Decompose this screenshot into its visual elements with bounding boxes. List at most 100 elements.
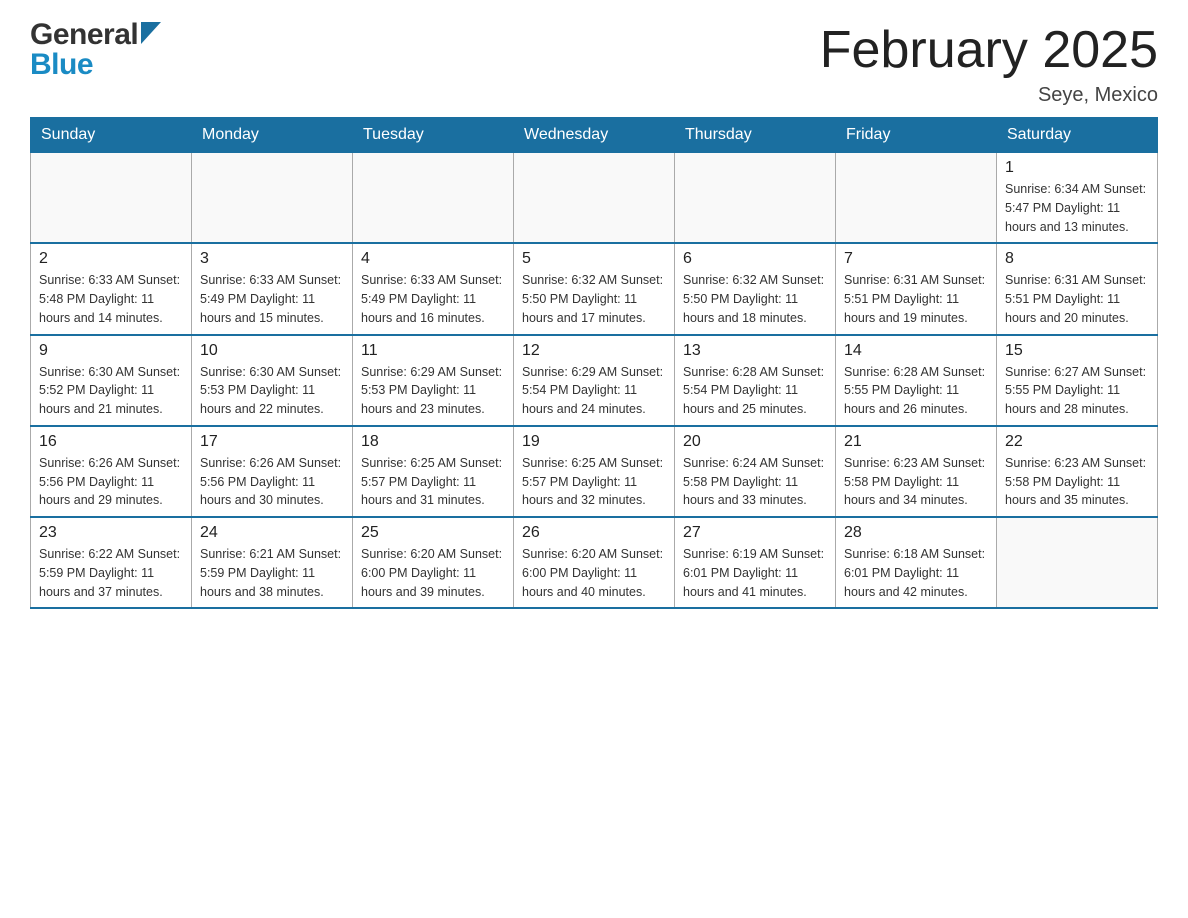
calendar-day-cell: 6 Sunrise: 6:32 AM Sunset: 5:50 PM Daylig… <box>675 243 836 334</box>
day-number: 11 <box>361 342 505 360</box>
calendar-day-cell: 15 Sunrise: 6:27 AM Sunset: 5:55 PM Dayli… <box>997 335 1158 426</box>
calendar-day-cell: 10 Sunrise: 6:30 AM Sunset: 5:53 PM Dayli… <box>192 335 353 426</box>
day-info: Sunrise: 6:21 AM Sunset: 5:59 PM Dayligh… <box>200 545 344 601</box>
day-number: 3 <box>200 250 344 268</box>
calendar-day-cell: 14 Sunrise: 6:28 AM Sunset: 5:55 PM Dayli… <box>836 335 997 426</box>
day-number: 4 <box>361 250 505 268</box>
calendar-day-cell: 18 Sunrise: 6:25 AM Sunset: 5:57 PM Dayli… <box>353 426 514 517</box>
day-number: 22 <box>1005 433 1149 451</box>
day-number: 20 <box>683 433 827 451</box>
day-info: Sunrise: 6:30 AM Sunset: 5:53 PM Dayligh… <box>200 363 344 419</box>
calendar-day-cell: 3 Sunrise: 6:33 AM Sunset: 5:49 PM Daylig… <box>192 243 353 334</box>
day-number: 6 <box>683 250 827 268</box>
calendar-day-cell: 1 Sunrise: 6:34 AM Sunset: 5:47 PM Daylig… <box>997 153 1158 244</box>
day-info: Sunrise: 6:28 AM Sunset: 5:54 PM Dayligh… <box>683 363 827 419</box>
day-info: Sunrise: 6:33 AM Sunset: 5:49 PM Dayligh… <box>200 271 344 327</box>
header-sunday: Sunday <box>31 118 192 153</box>
calendar-header-row: Sunday Monday Tuesday Wednesday Thursday… <box>31 118 1158 153</box>
calendar-day-cell: 20 Sunrise: 6:24 AM Sunset: 5:58 PM Dayli… <box>675 426 836 517</box>
day-info: Sunrise: 6:26 AM Sunset: 5:56 PM Dayligh… <box>39 454 183 510</box>
calendar-week-row: 9Sunrise: 6:30 AM Sunset: 5:52 PM Daylig… <box>31 335 1158 426</box>
header-saturday: Saturday <box>997 118 1158 153</box>
location: Seye, Mexico <box>820 84 1158 107</box>
day-number: 9 <box>39 342 183 360</box>
calendar-week-row: 23Sunrise: 6:22 AM Sunset: 5:59 PM Dayli… <box>31 517 1158 608</box>
day-info: Sunrise: 6:19 AM Sunset: 6:01 PM Dayligh… <box>683 545 827 601</box>
calendar-day-cell: 12 Sunrise: 6:29 AM Sunset: 5:54 PM Dayli… <box>514 335 675 426</box>
day-info: Sunrise: 6:20 AM Sunset: 6:00 PM Dayligh… <box>522 545 666 601</box>
logo-triangle-icon <box>141 22 161 48</box>
calendar-day-cell: 24 Sunrise: 6:21 AM Sunset: 5:59 PM Dayli… <box>192 517 353 608</box>
header-friday: Friday <box>836 118 997 153</box>
day-info: Sunrise: 6:32 AM Sunset: 5:50 PM Dayligh… <box>683 271 827 327</box>
day-info: Sunrise: 6:23 AM Sunset: 5:58 PM Dayligh… <box>844 454 988 510</box>
calendar-day-cell: 25Sunrise: 6:20 AM Sunset: 6:00 PM Dayli… <box>353 517 514 608</box>
day-number: 26 <box>522 524 666 542</box>
day-info: Sunrise: 6:26 AM Sunset: 5:56 PM Dayligh… <box>200 454 344 510</box>
day-info: Sunrise: 6:18 AM Sunset: 6:01 PM Dayligh… <box>844 545 988 601</box>
day-info: Sunrise: 6:28 AM Sunset: 5:55 PM Dayligh… <box>844 363 988 419</box>
calendar-day-cell: 21 Sunrise: 6:23 AM Sunset: 5:58 PM Dayli… <box>836 426 997 517</box>
day-info: Sunrise: 6:29 AM Sunset: 5:53 PM Dayligh… <box>361 363 505 419</box>
day-info: Sunrise: 6:33 AM Sunset: 5:48 PM Dayligh… <box>39 271 183 327</box>
header-monday: Monday <box>192 118 353 153</box>
day-number: 7 <box>844 250 988 268</box>
calendar-day-cell: 17 Sunrise: 6:26 AM Sunset: 5:56 PM Dayli… <box>192 426 353 517</box>
day-info: Sunrise: 6:29 AM Sunset: 5:54 PM Dayligh… <box>522 363 666 419</box>
day-number: 23 <box>39 524 183 542</box>
day-number: 24 <box>200 524 344 542</box>
calendar-day-cell: 13Sunrise: 6:28 AM Sunset: 5:54 PM Dayli… <box>675 335 836 426</box>
calendar-day-cell <box>192 153 353 244</box>
calendar-week-row: 16 Sunrise: 6:26 AM Sunset: 5:56 PM Dayli… <box>31 426 1158 517</box>
calendar-day-cell: 22 Sunrise: 6:23 AM Sunset: 5:58 PM Dayli… <box>997 426 1158 517</box>
calendar-day-cell: 28 Sunrise: 6:18 AM Sunset: 6:01 PM Dayli… <box>836 517 997 608</box>
calendar-day-cell: 27Sunrise: 6:19 AM Sunset: 6:01 PM Dayli… <box>675 517 836 608</box>
calendar-day-cell <box>997 517 1158 608</box>
calendar-day-cell: 11 Sunrise: 6:29 AM Sunset: 5:53 PM Dayli… <box>353 335 514 426</box>
day-number: 12 <box>522 342 666 360</box>
day-number: 10 <box>200 342 344 360</box>
day-number: 15 <box>1005 342 1149 360</box>
calendar-day-cell: 4 Sunrise: 6:33 AM Sunset: 5:49 PM Daylig… <box>353 243 514 334</box>
header-thursday: Thursday <box>675 118 836 153</box>
title-block: February 2025 Seye, Mexico <box>820 20 1158 107</box>
day-info: Sunrise: 6:27 AM Sunset: 5:55 PM Dayligh… <box>1005 363 1149 419</box>
day-number: 8 <box>1005 250 1149 268</box>
day-number: 18 <box>361 433 505 451</box>
calendar-day-cell: 8 Sunrise: 6:31 AM Sunset: 5:51 PM Daylig… <box>997 243 1158 334</box>
day-info: Sunrise: 6:34 AM Sunset: 5:47 PM Dayligh… <box>1005 180 1149 236</box>
logo-blue-text: Blue <box>30 48 93 81</box>
page-header: General Blue February 2025 Seye, Mexico <box>30 20 1158 107</box>
day-number: 19 <box>522 433 666 451</box>
day-info: Sunrise: 6:31 AM Sunset: 5:51 PM Dayligh… <box>844 271 988 327</box>
day-number: 28 <box>844 524 988 542</box>
day-number: 5 <box>522 250 666 268</box>
calendar-day-cell <box>31 153 192 244</box>
logo: General Blue <box>30 20 161 80</box>
day-info: Sunrise: 6:32 AM Sunset: 5:50 PM Dayligh… <box>522 271 666 327</box>
calendar-day-cell: 19Sunrise: 6:25 AM Sunset: 5:57 PM Dayli… <box>514 426 675 517</box>
header-tuesday: Tuesday <box>353 118 514 153</box>
day-number: 21 <box>844 433 988 451</box>
day-info: Sunrise: 6:25 AM Sunset: 5:57 PM Dayligh… <box>361 454 505 510</box>
day-info: Sunrise: 6:31 AM Sunset: 5:51 PM Dayligh… <box>1005 271 1149 327</box>
calendar-day-cell: 26 Sunrise: 6:20 AM Sunset: 6:00 PM Dayli… <box>514 517 675 608</box>
calendar-day-cell: 2Sunrise: 6:33 AM Sunset: 5:48 PM Daylig… <box>31 243 192 334</box>
day-number: 14 <box>844 342 988 360</box>
calendar-day-cell: 23Sunrise: 6:22 AM Sunset: 5:59 PM Dayli… <box>31 517 192 608</box>
calendar-day-cell <box>353 153 514 244</box>
day-info: Sunrise: 6:33 AM Sunset: 5:49 PM Dayligh… <box>361 271 505 327</box>
calendar-day-cell <box>836 153 997 244</box>
day-info: Sunrise: 6:23 AM Sunset: 5:58 PM Dayligh… <box>1005 454 1149 510</box>
calendar-day-cell: 9Sunrise: 6:30 AM Sunset: 5:52 PM Daylig… <box>31 335 192 426</box>
day-number: 16 <box>39 433 183 451</box>
calendar-day-cell <box>675 153 836 244</box>
month-title: February 2025 <box>820 20 1158 80</box>
calendar-day-cell: 7 Sunrise: 6:31 AM Sunset: 5:51 PM Daylig… <box>836 243 997 334</box>
calendar-week-row: 2Sunrise: 6:33 AM Sunset: 5:48 PM Daylig… <box>31 243 1158 334</box>
calendar-day-cell <box>514 153 675 244</box>
day-number: 17 <box>200 433 344 451</box>
day-number: 1 <box>1005 159 1149 177</box>
day-info: Sunrise: 6:24 AM Sunset: 5:58 PM Dayligh… <box>683 454 827 510</box>
calendar-day-cell: 5 Sunrise: 6:32 AM Sunset: 5:50 PM Daylig… <box>514 243 675 334</box>
